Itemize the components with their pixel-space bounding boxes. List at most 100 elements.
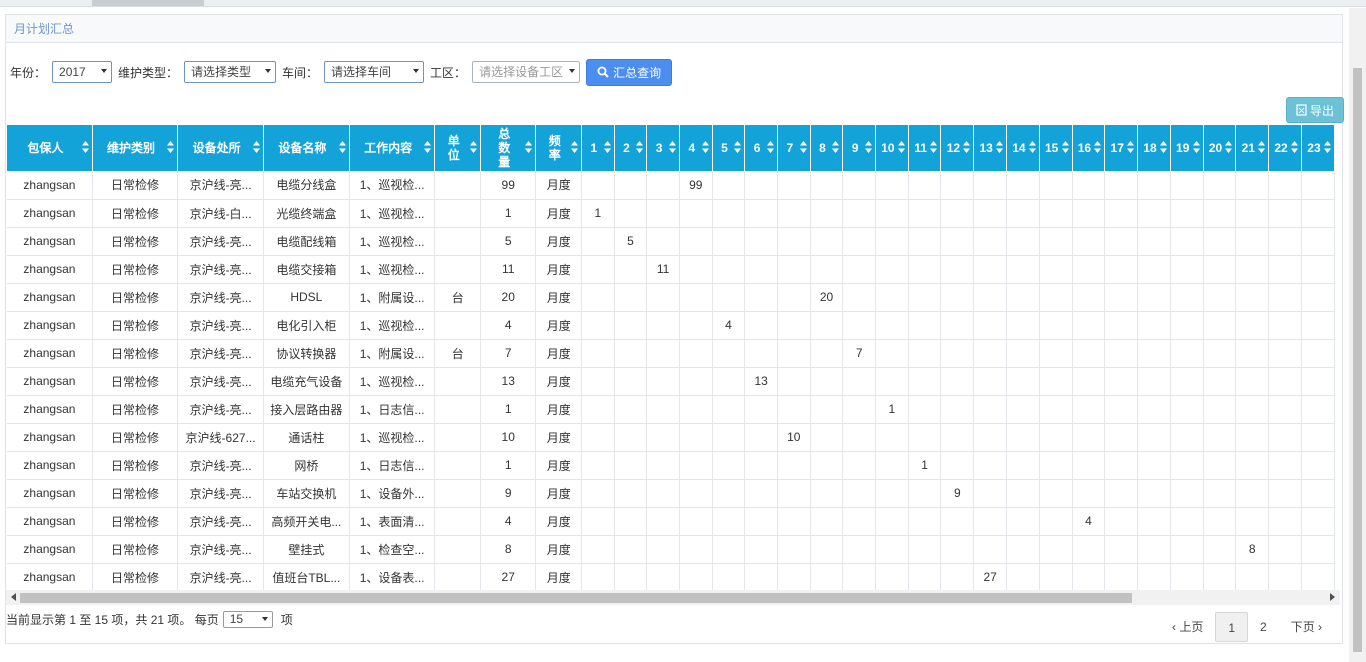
table-row[interactable]: zhangsan 日常检修 京沪线-亮... 电缆充气设备 1、巡视检... 13 月度 13	[7, 367, 1335, 396]
cell-day-21	[1235, 255, 1270, 284]
panel-title: 月计划汇总	[6, 15, 1342, 43]
cell-work: 1、巡视检...	[349, 199, 436, 228]
cell-day-19	[1170, 507, 1204, 536]
active-tab-indicator[interactable]	[92, 0, 204, 6]
header-location[interactable]: 设备处所	[177, 125, 264, 171]
table-row[interactable]: zhangsan 日常检修 京沪线-亮... 电缆分线盒 1、巡视检... 99 月度 99	[7, 171, 1335, 200]
header-day-14[interactable]: 14	[1006, 125, 1040, 171]
header-day-11[interactable]: 11	[908, 125, 942, 171]
header-day-5[interactable]: 5	[712, 125, 746, 171]
vertical-scroll-thumb[interactable]	[1353, 68, 1362, 652]
header-day-22[interactable]: 22	[1268, 125, 1302, 171]
monthly-plan-panel: 月计划汇总 年份： 2017 维护类型： 请选择类型 车间： 请选择车间 工区：…	[5, 14, 1344, 644]
horizontal-scrollbar[interactable]	[6, 590, 1340, 605]
header-day-19[interactable]: 19	[1170, 125, 1204, 171]
table-row[interactable]: zhangsan 日常检修 京沪线-亮... 壁挂式 1、检查空... 8 月度 8	[7, 535, 1335, 564]
header-day-18[interactable]: 18	[1137, 125, 1171, 171]
sort-icon	[1061, 141, 1069, 153]
table-row[interactable]: zhangsan 日常检修 京沪线-白... 光缆终端盒 1、巡视检... 1 月度 1	[7, 199, 1335, 228]
header-day-7[interactable]: 7	[777, 125, 811, 171]
summary-query-button[interactable]: 汇总查询	[586, 58, 673, 86]
maintenance-type-select[interactable]: 请选择类型	[184, 61, 277, 83]
cell-day-15	[1039, 535, 1073, 564]
header-label: 23	[1307, 141, 1321, 155]
cell-day-13	[973, 367, 1008, 396]
sort-icon	[832, 141, 840, 153]
header-day-13[interactable]: 13	[973, 125, 1008, 171]
table-row[interactable]: zhangsan 日常检修 京沪线-亮... 值班台TBL... 1、设备表... 27 月…	[7, 563, 1335, 590]
table-row[interactable]: zhangsan 日常检修 京沪线-627... 通话柱 1、巡视检... 10 月度 10	[7, 423, 1335, 452]
header-day-10[interactable]: 10	[875, 125, 909, 171]
cell-day-8	[810, 535, 844, 564]
header-work[interactable]: 工作内容	[349, 125, 436, 171]
table-row[interactable]: zhangsan 日常检修 京沪线-亮... 接入层路由器 1、日志信... 1 月度 1	[7, 395, 1335, 424]
header-day-15[interactable]: 15	[1039, 125, 1073, 171]
workshop-select-value: 请选择车间	[331, 65, 392, 79]
table-row[interactable]: zhangsan 日常检修 京沪线-亮... 网桥 1、日志信... 1 月度 1	[7, 451, 1335, 480]
table-row[interactable]: zhangsan 日常检修 京沪线-亮... 电缆交接箱 1、巡视检... 11 月度 11	[7, 255, 1335, 284]
header-day-2[interactable]: 2	[614, 125, 648, 171]
cell-day-12	[940, 227, 975, 256]
cell-day-22	[1268, 507, 1302, 536]
header-day-1[interactable]: 1	[581, 125, 615, 171]
cell-day-4	[679, 563, 713, 590]
cell-total: 27	[480, 563, 537, 590]
cell-unit	[434, 423, 482, 452]
export-button[interactable]: 导出	[1286, 97, 1344, 123]
header-device[interactable]: 设备名称	[263, 125, 350, 171]
header-freq[interactable]: 频率	[535, 125, 583, 171]
header-total[interactable]: 总数量	[480, 125, 537, 171]
header-category[interactable]: 维护类别	[92, 125, 179, 171]
header-day-20[interactable]: 20	[1203, 125, 1237, 171]
cell-day-5	[712, 423, 746, 452]
header-day-23[interactable]: 23	[1301, 125, 1335, 171]
header-day-8[interactable]: 8	[810, 125, 844, 171]
cell-day-7	[777, 199, 811, 228]
horizontal-scroll-thumb[interactable]	[20, 593, 1132, 603]
table-row[interactable]: zhangsan 日常检修 京沪线-亮... 电化引入柜 1、巡视检... 4 月度 4	[7, 311, 1335, 340]
cell-day-5	[712, 479, 746, 508]
cell-day-9: 7	[842, 339, 876, 368]
table-row[interactable]: zhangsan 日常检修 京沪线-亮... 车站交换机 1、设备外... 9 月度 9	[7, 479, 1335, 508]
header-day-21[interactable]: 21	[1235, 125, 1270, 171]
cell-day-21	[1235, 339, 1270, 368]
header-day-16[interactable]: 16	[1072, 125, 1106, 171]
scroll-right-arrow-icon[interactable]	[1330, 593, 1335, 601]
cell-work: 1、巡视检...	[349, 311, 436, 340]
header-day-12[interactable]: 12	[940, 125, 975, 171]
prev-page-button[interactable]: ‹ 上页	[1160, 612, 1215, 642]
table-row[interactable]: zhangsan 日常检修 京沪线-亮... 电缆配线箱 1、巡视检... 5 月度 5	[7, 227, 1335, 256]
cell-day-4	[679, 395, 713, 424]
header-day-4[interactable]: 4	[679, 125, 713, 171]
year-select[interactable]: 2017	[52, 61, 113, 83]
cell-day-23	[1301, 283, 1335, 312]
cell-total: 20	[480, 283, 537, 312]
cell-day-3	[646, 339, 680, 368]
scroll-left-arrow-icon[interactable]	[11, 593, 16, 601]
cell-day-10	[875, 255, 909, 284]
table-row[interactable]: zhangsan 日常检修 京沪线-亮... 协议转换器 1、附属设... 台 7 月度 7	[7, 339, 1335, 368]
cell-day-7	[777, 535, 811, 564]
header-label: 7	[786, 141, 794, 155]
header-day-9[interactable]: 9	[842, 125, 876, 171]
header-day-3[interactable]: 3	[646, 125, 680, 171]
cell-device: 车站交换机	[263, 479, 350, 508]
page-size-select[interactable]: 15	[222, 611, 273, 628]
header-day-6[interactable]: 6	[744, 125, 778, 171]
cell-day-7	[777, 507, 811, 536]
cell-freq: 月度	[535, 507, 583, 536]
table-row[interactable]: zhangsan 日常检修 京沪线-亮... 高频开关电... 1、表面清... 4 月度 4	[7, 507, 1335, 536]
page-2-button[interactable]: 2	[1248, 612, 1279, 642]
area-select[interactable]: 请选择设备工区	[472, 61, 581, 83]
header-unit[interactable]: 单位	[434, 125, 482, 171]
next-page-button[interactable]: 下页 ›	[1279, 612, 1334, 642]
cell-day-18	[1137, 563, 1171, 590]
workshop-select[interactable]: 请选择车间	[324, 61, 425, 83]
cell-day-17	[1104, 255, 1139, 284]
header-person[interactable]: 包保人	[7, 125, 93, 171]
page-1-button[interactable]: 1	[1215, 612, 1249, 642]
vertical-scrollbar[interactable]	[1349, 8, 1366, 662]
sort-icon	[864, 141, 872, 153]
table-row[interactable]: zhangsan 日常检修 京沪线-亮... HDSL 1、附属设... 台 20 月度 20	[7, 283, 1335, 312]
header-day-17[interactable]: 17	[1104, 125, 1139, 171]
